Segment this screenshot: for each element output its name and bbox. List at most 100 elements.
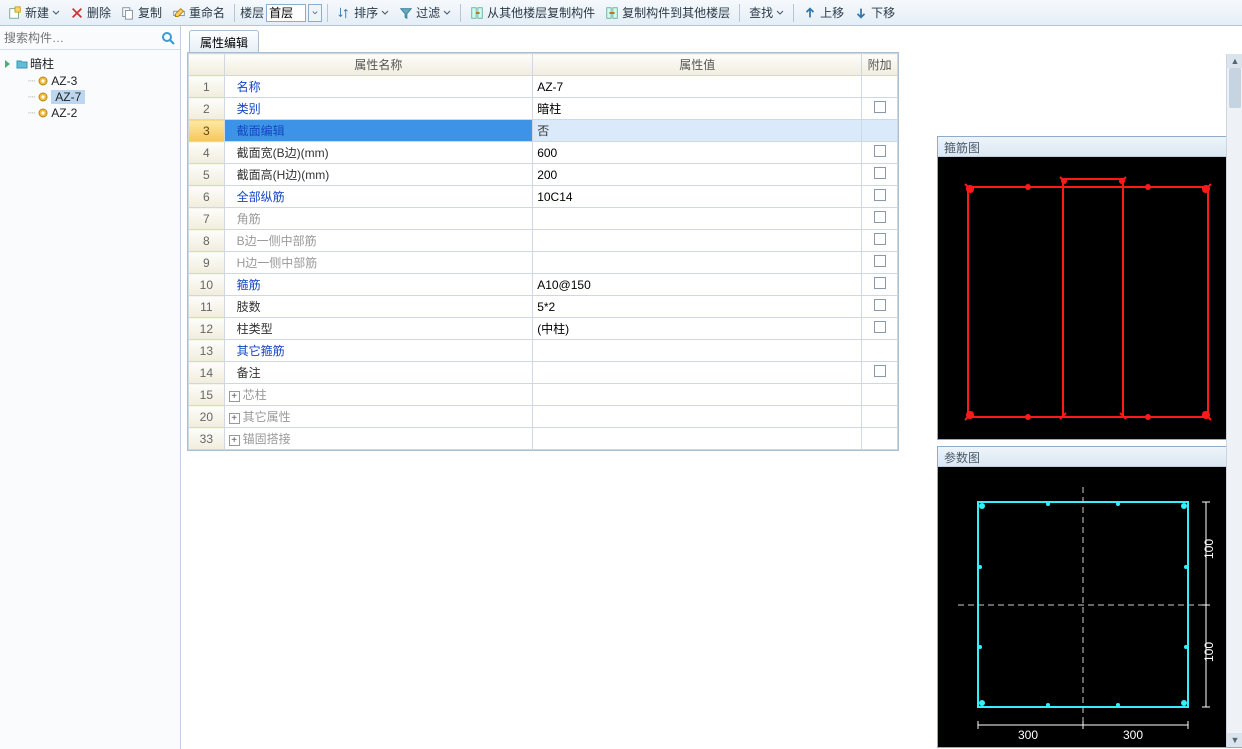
new-button[interactable]: 新建 bbox=[4, 2, 64, 23]
sort-button[interactable]: 排序 bbox=[333, 2, 393, 23]
property-value[interactable] bbox=[533, 362, 862, 384]
checkbox-icon[interactable] bbox=[874, 167, 886, 179]
expand-icon[interactable]: + bbox=[229, 413, 240, 424]
extra-checkbox-cell[interactable] bbox=[862, 142, 898, 164]
copy-button[interactable]: 复制 bbox=[117, 2, 166, 23]
property-name: 截面编辑 bbox=[224, 120, 533, 142]
tree-item[interactable]: ┈AZ-7 bbox=[2, 89, 178, 105]
gear-icon bbox=[37, 107, 49, 119]
extra-checkbox-cell[interactable] bbox=[862, 340, 898, 362]
find-button[interactable]: 查找 bbox=[745, 2, 788, 23]
extra-checkbox-cell[interactable] bbox=[862, 406, 898, 428]
copy-to-other-button[interactable]: 复制构件到其他楼层 bbox=[601, 2, 734, 23]
property-row[interactable]: 10箍筋A10@150 bbox=[189, 274, 898, 296]
property-row[interactable]: 8B边一侧中部筋 bbox=[189, 230, 898, 252]
extra-checkbox-cell[interactable] bbox=[862, 274, 898, 296]
extra-checkbox-cell[interactable] bbox=[862, 230, 898, 252]
scroll-down-icon[interactable]: ▼ bbox=[1227, 733, 1242, 747]
extra-checkbox-cell[interactable] bbox=[862, 120, 898, 142]
property-value[interactable]: 否 bbox=[533, 120, 862, 142]
delete-button[interactable]: 删除 bbox=[66, 2, 115, 23]
checkbox-icon[interactable] bbox=[874, 299, 886, 311]
property-value[interactable] bbox=[533, 406, 862, 428]
property-value[interactable]: AZ-7 bbox=[533, 76, 862, 98]
extra-checkbox-cell[interactable] bbox=[862, 76, 898, 98]
checkbox-icon[interactable] bbox=[874, 255, 886, 267]
property-row[interactable]: 1名称AZ-7 bbox=[189, 76, 898, 98]
property-value[interactable]: 600 bbox=[533, 142, 862, 164]
property-row[interactable]: 2类别暗柱 bbox=[189, 98, 898, 120]
property-row[interactable]: 6全部纵筋10C14 bbox=[189, 186, 898, 208]
extra-checkbox-cell[interactable] bbox=[862, 98, 898, 120]
floor-select[interactable]: 首层 bbox=[266, 4, 306, 22]
expand-icon[interactable]: + bbox=[229, 391, 240, 402]
extra-checkbox-cell[interactable] bbox=[862, 428, 898, 450]
component-tree: 暗柱 ┈AZ-3┈AZ-7┈AZ-2 bbox=[0, 50, 180, 125]
property-row[interactable]: 4截面宽(B边)(mm)600 bbox=[189, 142, 898, 164]
property-row[interactable]: 33+锚固搭接 bbox=[189, 428, 898, 450]
extra-checkbox-cell[interactable] bbox=[862, 208, 898, 230]
property-row[interactable]: 11肢数5*2 bbox=[189, 296, 898, 318]
filter-button[interactable]: 过滤 bbox=[395, 2, 455, 23]
extra-checkbox-cell[interactable] bbox=[862, 186, 898, 208]
checkbox-icon[interactable] bbox=[874, 277, 886, 289]
extra-checkbox-cell[interactable] bbox=[862, 318, 898, 340]
property-name: 备注 bbox=[224, 362, 533, 384]
extra-checkbox-cell[interactable] bbox=[862, 296, 898, 318]
property-row[interactable]: 12柱类型(中柱) bbox=[189, 318, 898, 340]
move-up-button[interactable]: 上移 bbox=[799, 2, 848, 23]
property-value[interactable] bbox=[533, 340, 862, 362]
extra-checkbox-cell[interactable] bbox=[862, 362, 898, 384]
property-row[interactable]: 14备注 bbox=[189, 362, 898, 384]
property-grid: 属性名称 属性值 附加 1名称AZ-72类别暗柱3截面编辑否4截面宽(B边)(m… bbox=[187, 52, 899, 451]
search-input[interactable] bbox=[4, 31, 160, 45]
extra-checkbox-cell[interactable] bbox=[862, 252, 898, 274]
tab-property-edit[interactable]: 属性编辑 bbox=[189, 30, 259, 52]
row-number: 2 bbox=[189, 98, 225, 120]
property-row[interactable]: 3截面编辑否 bbox=[189, 120, 898, 142]
row-number: 11 bbox=[189, 296, 225, 318]
property-value[interactable]: 暗柱 bbox=[533, 98, 862, 120]
move-down-button[interactable]: 下移 bbox=[850, 2, 899, 23]
col-rownum bbox=[189, 54, 225, 76]
param-diagram: 300 300 100 100 bbox=[938, 467, 1238, 747]
property-value[interactable] bbox=[533, 252, 862, 274]
checkbox-icon[interactable] bbox=[874, 211, 886, 223]
property-row[interactable]: 15+芯柱 bbox=[189, 384, 898, 406]
property-value[interactable]: 5*2 bbox=[533, 296, 862, 318]
scroll-up-icon[interactable]: ▲ bbox=[1227, 54, 1242, 68]
property-value[interactable] bbox=[533, 428, 862, 450]
property-value[interactable]: 200 bbox=[533, 164, 862, 186]
checkbox-icon[interactable] bbox=[874, 145, 886, 157]
checkbox-icon[interactable] bbox=[874, 321, 886, 333]
tree-item[interactable]: ┈AZ-2 bbox=[2, 105, 178, 121]
property-value[interactable]: (中柱) bbox=[533, 318, 862, 340]
property-value[interactable] bbox=[533, 208, 862, 230]
checkbox-icon[interactable] bbox=[874, 101, 886, 113]
search-icon[interactable] bbox=[160, 30, 176, 46]
property-value[interactable] bbox=[533, 384, 862, 406]
vertical-scrollbar[interactable]: ▲ ▼ bbox=[1226, 54, 1242, 747]
rename-button[interactable]: 重命名 bbox=[168, 2, 229, 23]
copy-from-other-button[interactable]: 从其他楼层复制构件 bbox=[466, 2, 599, 23]
property-row[interactable]: 5截面高(H边)(mm)200 bbox=[189, 164, 898, 186]
tree-item[interactable]: ┈AZ-3 bbox=[2, 73, 178, 89]
property-value[interactable]: 10C14 bbox=[533, 186, 862, 208]
checkbox-icon[interactable] bbox=[874, 189, 886, 201]
property-name: 截面宽(B边)(mm) bbox=[224, 142, 533, 164]
extra-checkbox-cell[interactable] bbox=[862, 164, 898, 186]
property-value[interactable] bbox=[533, 230, 862, 252]
expand-icon[interactable]: + bbox=[229, 435, 240, 446]
checkbox-icon[interactable] bbox=[874, 365, 886, 377]
tree-root[interactable]: 暗柱 bbox=[2, 54, 178, 73]
property-value[interactable]: A10@150 bbox=[533, 274, 862, 296]
property-row[interactable]: 13其它箍筋 bbox=[189, 340, 898, 362]
scroll-thumb[interactable] bbox=[1229, 68, 1241, 108]
floor-dropdown-icon[interactable] bbox=[308, 4, 322, 22]
property-row[interactable]: 20+其它属性 bbox=[189, 406, 898, 428]
property-row[interactable]: 7角筋 bbox=[189, 208, 898, 230]
extra-checkbox-cell[interactable] bbox=[862, 384, 898, 406]
property-row[interactable]: 9H边一侧中部筋 bbox=[189, 252, 898, 274]
checkbox-icon[interactable] bbox=[874, 233, 886, 245]
delete-icon bbox=[70, 6, 84, 20]
